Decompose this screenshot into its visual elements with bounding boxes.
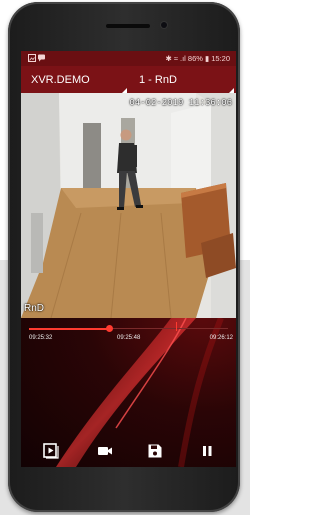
channel-name: 1 - RnD [139,74,177,86]
timeline-end-time: 09:26:12 [209,335,233,341]
notification-icons [28,54,46,64]
status-bar: ✱ ≈ .ıl 86% ▮ 15:20 [21,51,236,66]
play-video-icon [43,443,59,459]
timeline-current-time: 09:25:48 [117,335,141,341]
pause-button[interactable] [199,443,215,459]
camera-icon [98,447,112,455]
playback-controls [21,443,236,467]
timeline-playhead[interactable] [105,325,113,332]
record-button[interactable] [97,443,113,459]
image-icon [28,54,45,62]
app-bar: XVR.DEMO 1 - RnD [21,66,236,93]
save-icon [148,444,162,458]
device-selector[interactable]: XVR.DEMO [21,66,129,93]
timeline-progress [29,327,109,330]
app-screen: ✱ ≈ .ıl 86% ▮ 15:20 XVR.DEMO 1 - RnD 04-… [21,51,236,467]
timeline-marker [176,322,177,331]
device-name: XVR.DEMO [31,74,90,86]
phone-speaker [106,24,150,28]
front-camera [161,22,167,28]
status-right: ✱ ≈ .ıl 86% ▮ 15:20 [165,54,230,63]
video-timestamp: 04-02-2019 11:36:06 [129,98,232,108]
timeline[interactable]: 09:25:32 09:25:48 09:26:12 [21,318,236,352]
camera-scene [21,93,236,318]
channel-selector[interactable]: 1 - RnD [129,66,236,93]
play-video-button[interactable] [43,443,59,459]
pause-icon [203,446,212,456]
video-feed[interactable]: 04-02-2019 11:36:06 RnD [21,93,236,318]
home-button[interactable] [95,478,143,502]
camera-name-overlay: RnD [24,303,45,314]
save-button[interactable] [147,443,163,459]
timeline-start-time: 09:25:32 [29,335,53,341]
